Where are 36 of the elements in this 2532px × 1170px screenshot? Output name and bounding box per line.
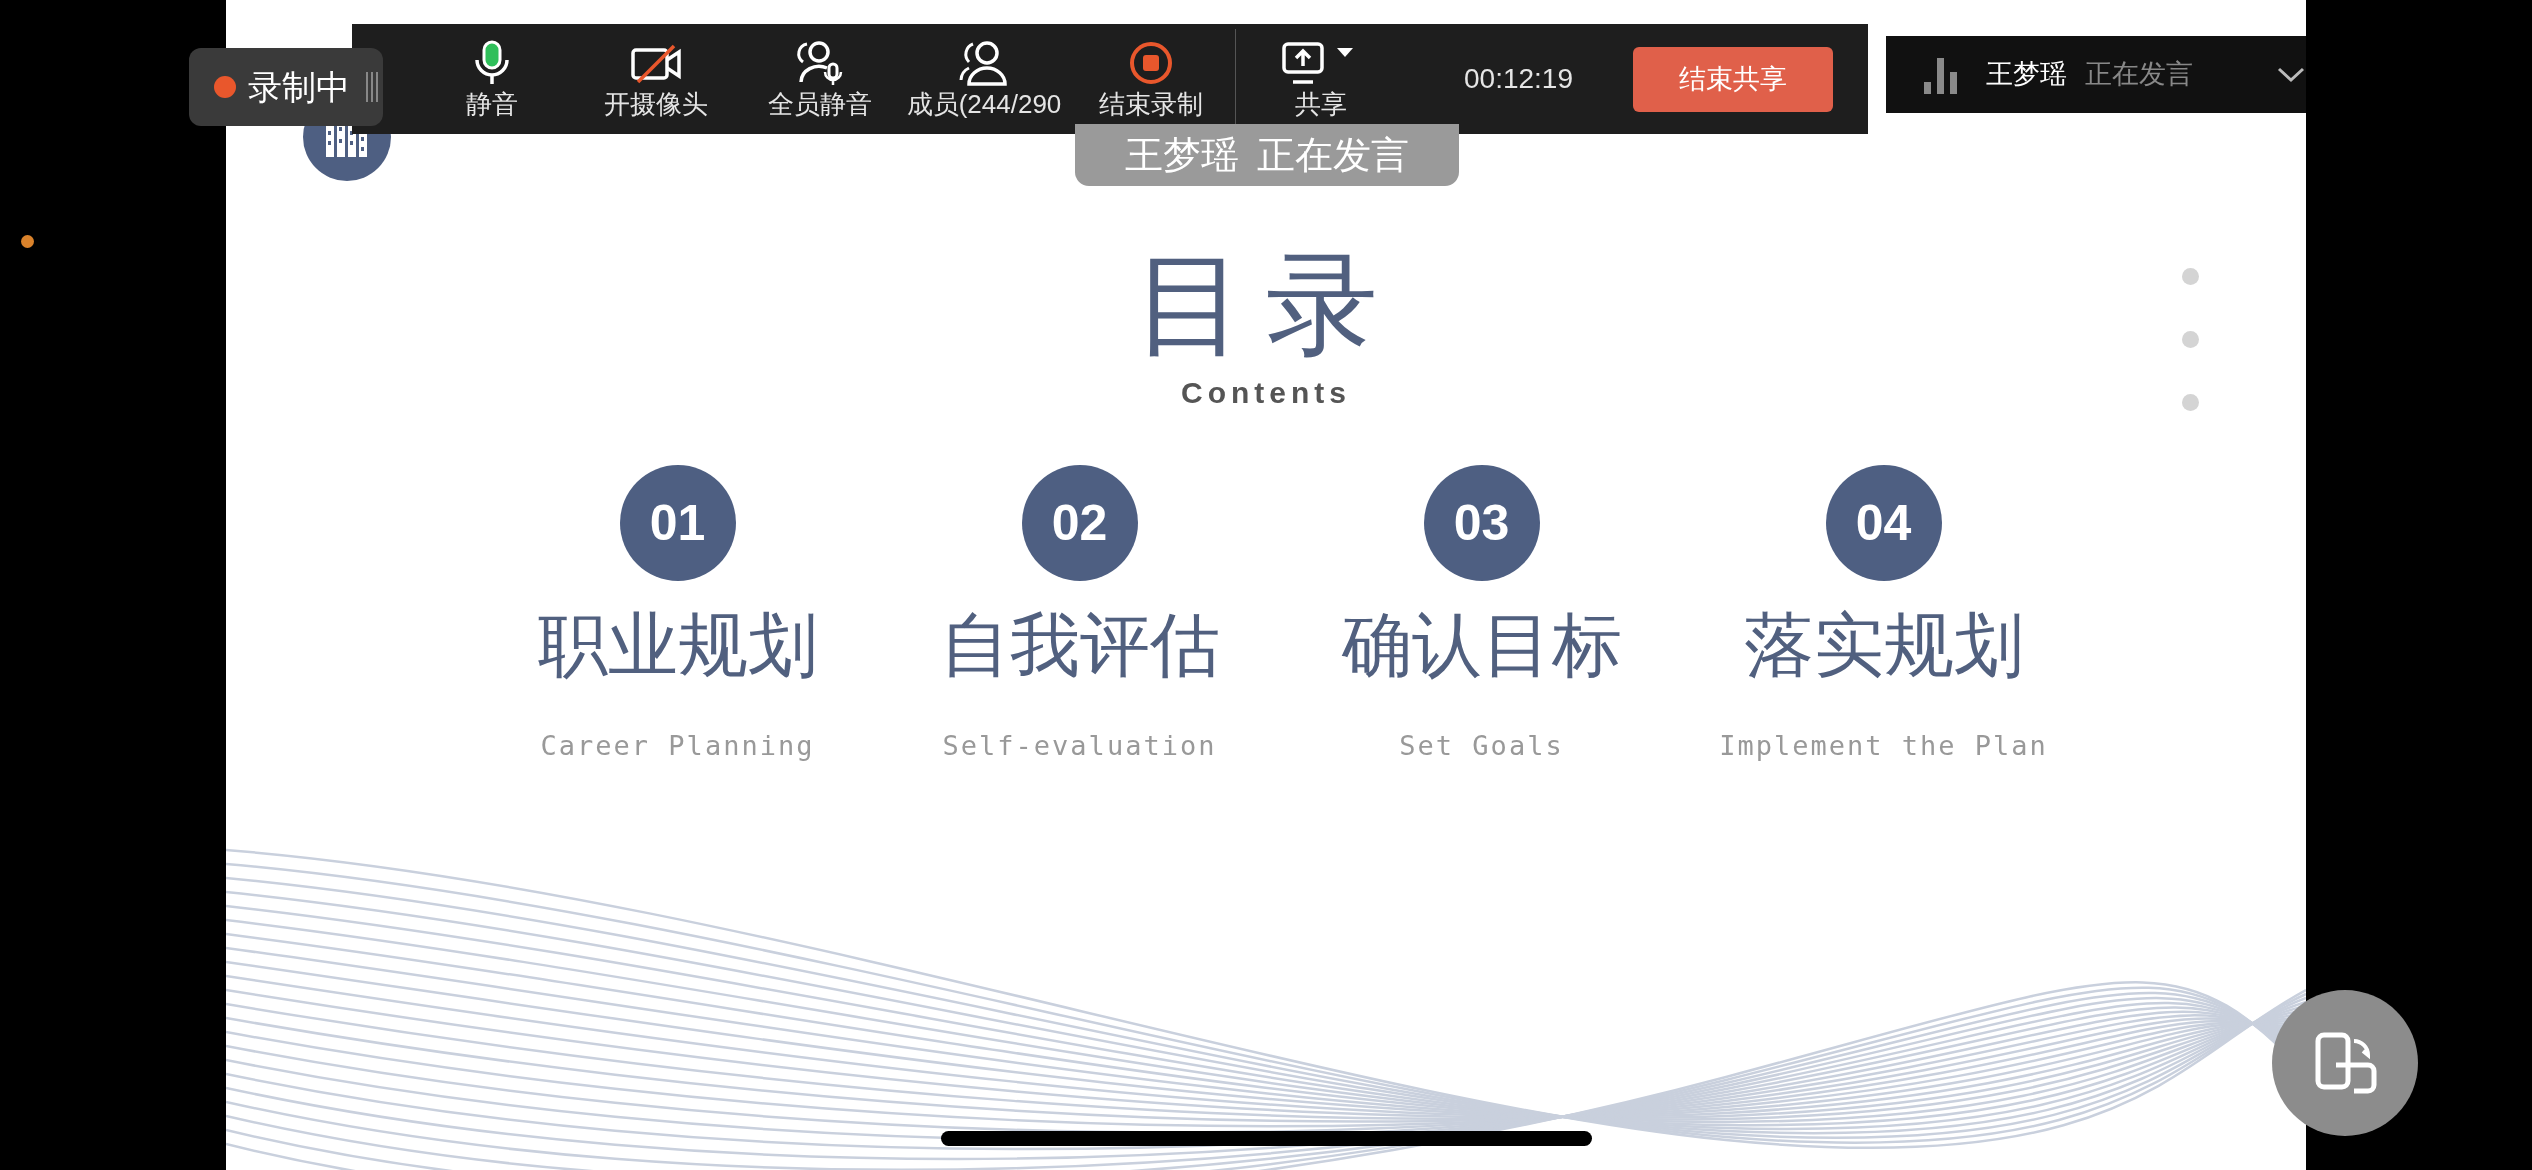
speaker-name: 王梦瑶 xyxy=(1986,58,2067,92)
toolbar-button[interactable]: 全员静音 xyxy=(762,29,878,129)
recording-indicator[interactable]: 录制中 xyxy=(189,48,383,126)
toolbar-button[interactable]: 成员(244/290 xyxy=(900,29,1068,129)
recording-label: 录制中 xyxy=(248,66,350,108)
meeting-timer: 00:12:19 xyxy=(1464,62,1573,96)
section-subtitle: Career Planning xyxy=(540,729,815,763)
slide-title: 目录 xyxy=(1134,242,1398,369)
number-badge: 04 xyxy=(1825,465,1942,581)
number-badge: 02 xyxy=(1021,465,1138,581)
toast-speaker-name: 王梦瑶 xyxy=(1125,133,1239,177)
section-title: 职业规划 xyxy=(537,606,818,686)
toolbar-button[interactable]: 静音 xyxy=(460,29,524,129)
toast-speaker-status: 正在发言 xyxy=(1257,133,1409,177)
drag-handle-icon[interactable] xyxy=(366,72,378,102)
people-icon xyxy=(959,40,1009,86)
section-subtitle: Self-evaluation xyxy=(942,729,1217,763)
section-subtitle: Set Goals xyxy=(1399,729,1564,763)
number-badge: 01 xyxy=(619,465,736,581)
section-title: 自我评估 xyxy=(939,606,1220,686)
microphone-icon xyxy=(472,40,512,86)
people-microphone-icon xyxy=(795,40,845,86)
home-indicator[interactable] xyxy=(941,1131,1592,1146)
audio-level-icon xyxy=(1924,55,1960,94)
section-subtitle: Implement the Plan xyxy=(1719,729,2048,763)
section-title: 落实规划 xyxy=(1743,606,2024,686)
camera-off-icon xyxy=(630,42,682,84)
stop-record-icon xyxy=(1127,40,1174,86)
section-title: 确认目标 xyxy=(1341,606,1622,686)
toolbar-button[interactable]: 开摄像头 xyxy=(598,29,714,129)
speaker-status: 正在发言 xyxy=(2085,58,2193,92)
number-badge: 03 xyxy=(1423,465,1540,581)
end-share-button[interactable]: 结束共享 xyxy=(1633,46,1833,112)
rotate-screen-icon xyxy=(2314,1031,2380,1095)
slide-subtitle: Contents xyxy=(1181,375,1351,411)
chevron-down-icon[interactable] xyxy=(2276,65,2306,84)
